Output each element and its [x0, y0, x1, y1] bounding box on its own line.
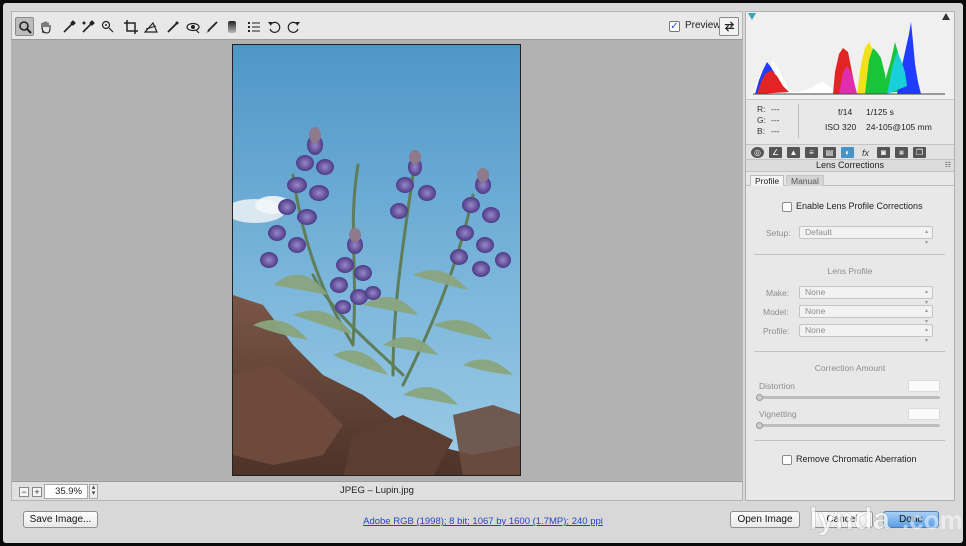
distortion-slider[interactable] — [758, 396, 940, 399]
camera-calibration-tab-icon[interactable]: ◙ — [877, 147, 890, 158]
adjustments-panel: R: --- G: --- B: --- f/14 1/125 s ISO 32… — [745, 11, 955, 501]
preferences-tool-icon[interactable] — [244, 17, 263, 36]
distortion-value-field[interactable] — [908, 380, 940, 392]
remove-chromatic-aberration-checkbox[interactable] — [782, 455, 792, 465]
vignetting-slider-knob[interactable] — [756, 422, 763, 429]
vignetting-value-field[interactable] — [908, 408, 940, 420]
r-value: --- — [771, 104, 780, 114]
setup-label: Setup: — [766, 228, 791, 238]
aperture-value: f/14 — [838, 107, 853, 117]
panel-menu-icon[interactable]: ☷ — [945, 161, 951, 169]
snapshots-tab-icon[interactable]: ❐ — [913, 147, 926, 158]
preview-label: Preview — [685, 20, 721, 31]
panel-tab-bar: ◎ ∠ ▲ ≡ ▤ ◐ fx ◙ ▦ ❐ — [746, 144, 954, 160]
profile-select[interactable]: None ▴ ▾ — [799, 324, 933, 344]
color-sampler-tool-icon[interactable] — [78, 17, 97, 36]
g-label: G: — [757, 115, 766, 125]
vignetting-slider[interactable] — [758, 424, 940, 427]
distortion-label: Distortion — [759, 381, 795, 391]
graduated-filter-tool-icon[interactable] — [222, 17, 241, 36]
image-preview-area[interactable] — [11, 39, 743, 481]
preview-checkbox[interactable]: ✓ — [669, 21, 680, 32]
divider — [754, 440, 945, 441]
shutter-value: 1/125 s — [866, 107, 894, 117]
make-value: None — [805, 287, 826, 297]
detail-tab-icon[interactable]: ▲ — [787, 147, 800, 158]
red-eye-tool-icon[interactable] — [183, 17, 202, 36]
lens-subtabs: Profile Manual — [746, 174, 954, 186]
targeted-adjustment-tool-icon[interactable] — [98, 17, 117, 36]
chevron-updown-icon: ▴ ▾ — [924, 229, 928, 246]
toolbar: ✓ Preview — [11, 11, 743, 39]
enable-lens-profile-checkbox[interactable] — [782, 202, 792, 212]
setup-value: Default — [805, 227, 832, 237]
app-window: ✓ Preview − + 35.9% ▴ ▾ JPEG – Lupin.jpg… — [0, 0, 966, 546]
enable-lens-profile-label: Enable Lens Profile Corrections — [796, 201, 923, 211]
lupin-photo[interactable] — [232, 44, 521, 476]
lens-profile-section-title: Lens Profile — [827, 266, 873, 276]
white-balance-tool-icon[interactable] — [59, 17, 78, 36]
b-label: B: — [757, 126, 766, 136]
vignetting-label: Vignetting — [759, 409, 797, 419]
fullscreen-icon — [724, 21, 734, 32]
panel-title: Lens Corrections — [746, 160, 954, 172]
g-value: --- — [771, 115, 780, 125]
file-name-label: JPEG – Lupin.jpg — [340, 485, 414, 496]
presets-tab-icon[interactable]: ▦ — [895, 147, 908, 158]
lynda-watermark-logo: lynda .com — [809, 501, 963, 537]
make-label: Make: — [766, 288, 790, 298]
r-label: R: — [757, 104, 766, 114]
basic-tab-icon[interactable]: ◎ — [751, 147, 764, 158]
b-value: --- — [771, 126, 780, 136]
hsl-tab-icon[interactable]: ≡ — [805, 147, 818, 158]
crop-tool-icon[interactable] — [121, 17, 140, 36]
effects-tab-icon[interactable]: fx — [859, 147, 872, 158]
exif-divider — [798, 104, 799, 138]
divider — [754, 351, 945, 352]
straighten-tool-icon[interactable] — [141, 17, 160, 36]
model-label: Model: — [763, 307, 789, 317]
tab-manual[interactable]: Manual — [786, 175, 824, 186]
rotate-ccw-tool-icon[interactable] — [264, 17, 283, 36]
distortion-slider-knob[interactable] — [756, 394, 763, 401]
camera-raw-dialog: ✓ Preview − + 35.9% ▴ ▾ JPEG – Lupin.jpg… — [3, 3, 963, 543]
tab-profile[interactable]: Profile — [750, 175, 785, 186]
setup-select[interactable]: Default ▴ ▾ — [799, 226, 933, 246]
rotate-cw-tool-icon[interactable] — [284, 17, 303, 36]
tone-curve-tab-icon[interactable]: ∠ — [769, 147, 782, 158]
lens-value: 24-105@105 mm — [866, 122, 932, 132]
open-image-button[interactable]: Open Image — [730, 511, 800, 528]
status-bar: − + 35.9% ▴ ▾ JPEG – Lupin.jpg — [11, 481, 743, 501]
svg-text:.com: .com — [902, 505, 963, 535]
divider — [754, 254, 945, 255]
correction-amount-section-title: Correction Amount — [814, 363, 886, 373]
remove-chromatic-aberration-label: Remove Chromatic Aberration — [796, 454, 917, 464]
zoom-tool-icon[interactable] — [15, 17, 34, 36]
model-select[interactable]: None ▴ ▾ — [799, 305, 933, 325]
iso-value: ISO 320 — [825, 122, 857, 132]
adjustment-brush-tool-icon[interactable] — [202, 17, 221, 36]
model-value: None — [805, 306, 826, 316]
hand-tool-icon[interactable] — [36, 17, 55, 36]
fullscreen-toggle-button[interactable] — [719, 17, 739, 36]
svg-text:lynda: lynda — [809, 501, 891, 536]
make-select[interactable]: None ▴ ▾ — [799, 286, 933, 306]
profile-label: Profile: — [763, 326, 790, 336]
profile-value: None — [805, 325, 826, 335]
camera-info: R: --- G: --- B: --- f/14 1/125 s ISO 32… — [746, 99, 954, 144]
spot-removal-tool-icon[interactable] — [163, 17, 182, 36]
histogram — [746, 12, 954, 99]
split-toning-tab-icon[interactable]: ▤ — [823, 147, 836, 158]
lens-corrections-tab-icon[interactable]: ◐ — [841, 147, 854, 158]
chevron-updown-icon: ▴ ▾ — [924, 327, 928, 344]
